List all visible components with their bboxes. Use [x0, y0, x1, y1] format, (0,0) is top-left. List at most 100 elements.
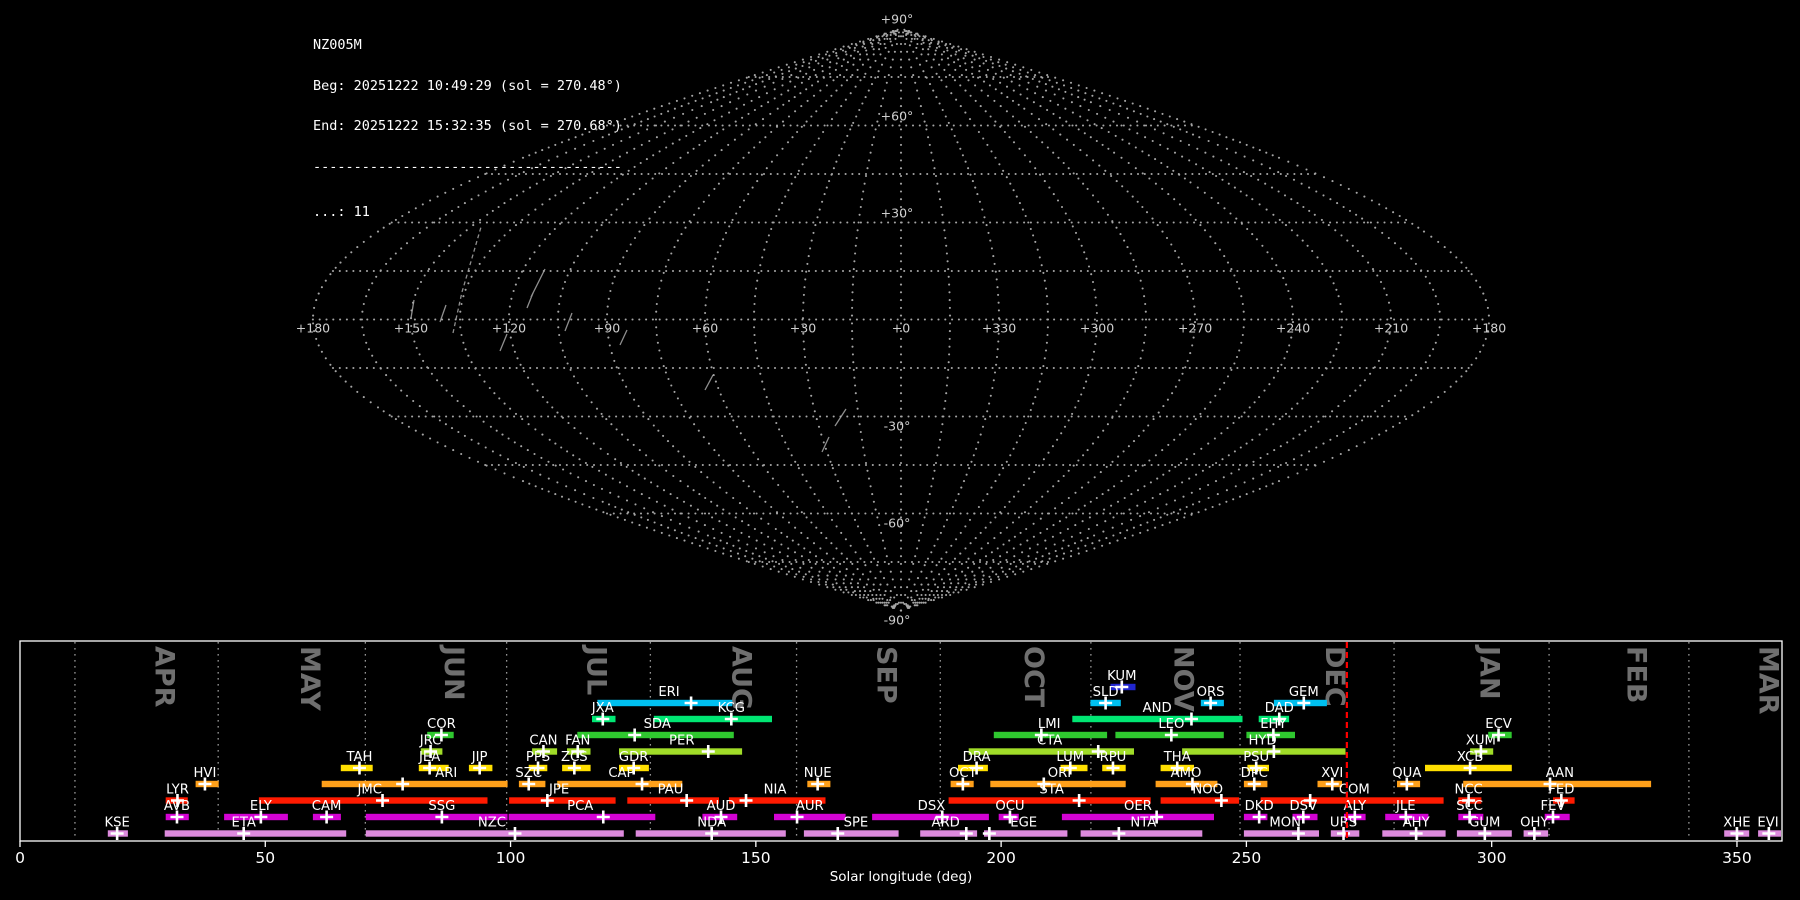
- sky-lon-label: +240: [1276, 321, 1310, 336]
- shower-label-ORI: ORI: [1048, 766, 1071, 781]
- shower-peak-cross-AND: [1184, 712, 1198, 726]
- shower-label-KCG: KCG: [718, 701, 745, 716]
- sky-lon-label: +0: [892, 321, 910, 336]
- sky-lon-label: +300: [1080, 321, 1114, 336]
- x-tick-label: 50: [255, 849, 275, 867]
- x-tick-label: 350: [1722, 849, 1752, 867]
- header-separator: --------------------------------------: [313, 158, 622, 175]
- shower-label-NCC: NCC: [1454, 783, 1482, 798]
- meteor-trail: [564, 312, 573, 332]
- x-tick-label: 300: [1477, 849, 1507, 867]
- shower-bar-STA: [948, 797, 1151, 804]
- shower-bar-SPE: [803, 830, 899, 837]
- shower-peak-cross-CAP: [635, 777, 649, 791]
- sky-lon-label: +270: [1178, 321, 1212, 336]
- shower-label-FEV: FEV: [1541, 799, 1566, 814]
- meteor-trail: [834, 408, 847, 427]
- sky-lat-label: -30°: [884, 418, 911, 433]
- shower-label-QUA: QUA: [1392, 766, 1421, 781]
- shower-label-SZC: SZC: [515, 766, 542, 781]
- shower-label-GDR: GDR: [619, 750, 649, 765]
- shower-label-FED: FED: [1548, 783, 1574, 798]
- shower-label-SPE: SPE: [844, 816, 869, 831]
- month-label: APR: [149, 646, 180, 708]
- sky-lon-label: +330: [982, 321, 1016, 336]
- sky-lat-label: +90°: [881, 12, 914, 27]
- x-axis: 0 50 100 150 200 250 300 350 Solar longitude (de…: [15, 841, 1752, 885]
- shower-label-ORS: ORS: [1197, 685, 1225, 700]
- shower-label-JLE: JLE: [1395, 799, 1416, 814]
- shower-peak-cross-PER: [701, 745, 715, 758]
- shower-label-AAN: AAN: [1546, 766, 1574, 781]
- shower-label-SSG: SSG: [428, 799, 455, 814]
- shower-label-EGE: EGE: [1010, 816, 1037, 831]
- shower-label-DRA: DRA: [963, 750, 991, 765]
- shower-bars: KUM ERI SLD ORS GEM JXA KCG AND DAD COR SDA LMI LEO E…: [104, 669, 1781, 840]
- shower-label-KSE: KSE: [104, 816, 129, 831]
- shower-label-LEO: LEO: [1158, 717, 1184, 732]
- x-tick-label: 150: [741, 849, 771, 867]
- month-label: MAR: [1753, 646, 1784, 715]
- shower-label-NTA: NTA: [1130, 816, 1156, 831]
- shower-label-PCA: PCA: [567, 799, 593, 814]
- shower-label-CTA: CTA: [1037, 734, 1062, 749]
- shower-bar-NTA: [1080, 830, 1203, 837]
- shower-label-THA: THA: [1163, 750, 1191, 765]
- shower-label-NZC: NZC: [478, 816, 506, 831]
- month-label: JAN: [1474, 644, 1505, 700]
- sky-lon-label: +90: [594, 321, 620, 336]
- shower-label-EHY: EHY: [1260, 717, 1287, 732]
- shower-label-AUD: AUD: [707, 799, 736, 814]
- shower-label-PAU: PAU: [658, 783, 684, 798]
- shower-bar-PCA: [508, 813, 656, 821]
- meteor-trail: [530, 268, 546, 298]
- sky-lon-labels: +180 +150 +120 +90 +60 +30 +0 +330 +300 +270 +240 +…: [296, 321, 1506, 336]
- shower-label-JPE: JPE: [548, 783, 569, 798]
- shower-label-PSU: PSU: [1243, 750, 1269, 765]
- meteor-observation-screen: NZ005M Beg: 20251222 10:49:29 (sol = 270…: [0, 0, 1800, 900]
- shower-peak-cross-STA: [1072, 794, 1086, 807]
- shower-label-XUM: XUM: [1466, 734, 1496, 749]
- month-label: NOV: [1167, 646, 1198, 712]
- shower-label-JIP: JIP: [471, 750, 488, 765]
- shower-label-AND: AND: [1143, 701, 1172, 716]
- shower-label-NIA: NIA: [764, 783, 787, 798]
- shower-peak-cross-EGE: [982, 827, 996, 840]
- shower-bar-MON: [1243, 830, 1319, 837]
- x-tick-label: 200: [986, 849, 1016, 867]
- shower-label-JEA: JEA: [418, 750, 440, 765]
- shower-peak-cross-SDA: [628, 728, 642, 742]
- shower-label-XVI: XVI: [1321, 766, 1343, 781]
- shower-label-SLD: SLD: [1093, 685, 1119, 700]
- month-label: JUL: [580, 644, 611, 695]
- x-tick-label: 100: [496, 849, 526, 867]
- meteor-trails: [410, 226, 847, 453]
- shower-label-OCT: OCT: [949, 766, 978, 781]
- month-label: OCT: [1018, 646, 1049, 708]
- meteor-trail: [499, 333, 508, 352]
- shower-peak-cross-NTA: [1112, 827, 1126, 840]
- shower-label-DSV: DSV: [1290, 799, 1318, 814]
- shower-label-XHE: XHE: [1723, 816, 1750, 831]
- sky-lon-label: +180: [1472, 321, 1506, 336]
- shower-label-RPU: RPU: [1100, 750, 1127, 765]
- shower-bar-KCG: [653, 715, 772, 723]
- end-time: End: 20251222 15:32:35 (sol = 270.68°): [313, 118, 622, 134]
- month-label: SEP: [871, 646, 902, 704]
- sky-lat-label: +60°: [881, 109, 914, 124]
- shower-label-FAN: FAN: [565, 734, 590, 749]
- shower-label-KUM: KUM: [1107, 669, 1136, 684]
- shower-bar-EGE: [984, 830, 1068, 837]
- shower-label-HVI: HVI: [194, 766, 217, 781]
- shower-label-ARD: ARD: [932, 816, 960, 831]
- shower-bar-ETA: [164, 830, 347, 837]
- shower-peak-cross-NZC: [508, 827, 522, 840]
- shower-peak-cross-ERI: [684, 696, 698, 710]
- shower-label-DPC: DPC: [1241, 766, 1268, 781]
- month-label: MAY: [294, 646, 325, 711]
- sky-lon-label: +30: [790, 321, 816, 336]
- shower-label-EVI: EVI: [1757, 816, 1778, 831]
- month-label: FEB: [1621, 646, 1652, 703]
- shower-label-MON: MON: [1269, 816, 1301, 831]
- shower-label-COR: COR: [427, 717, 456, 732]
